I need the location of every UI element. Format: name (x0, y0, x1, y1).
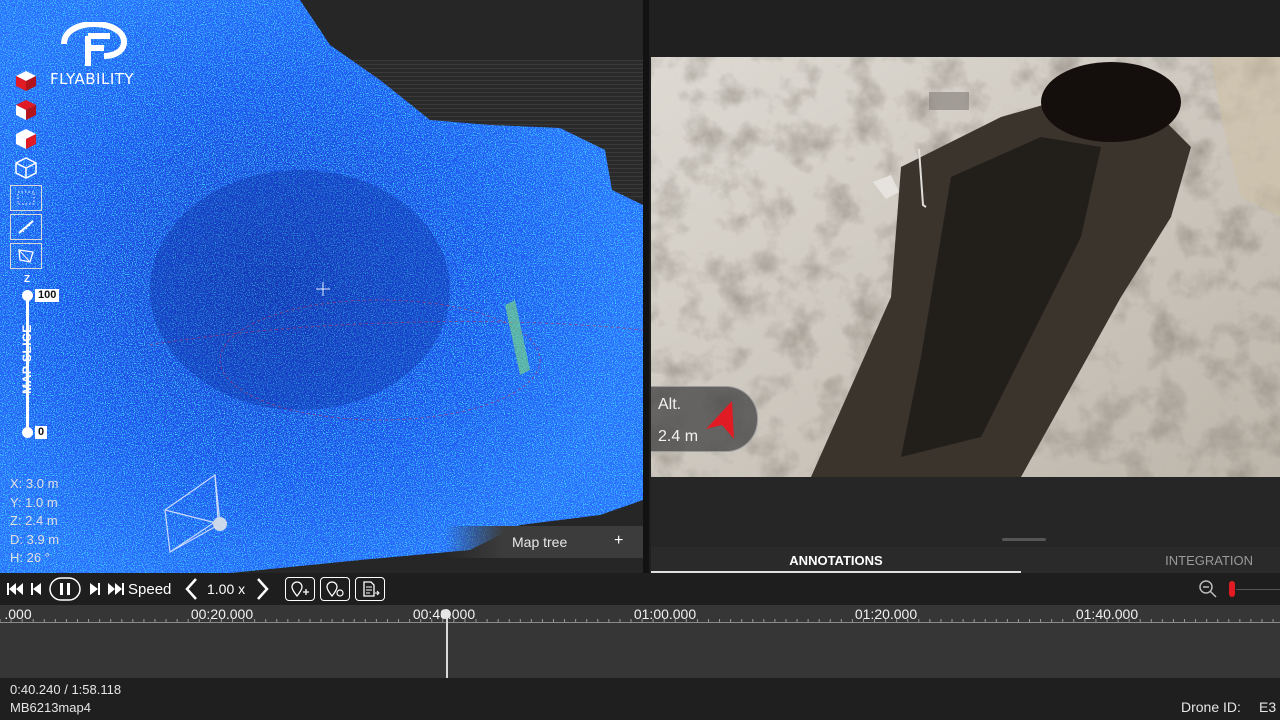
export-report-button[interactable] (355, 577, 385, 601)
red-cube-icon (16, 129, 36, 149)
coord-z: Z: 2.4 m (10, 513, 58, 528)
skip-to-end-button[interactable] (105, 576, 127, 602)
position-readout: X: 3.0 m Y: 1.0 m Z: 2.4 m D: 3.9 m H: 2… (10, 475, 59, 568)
step-forward-icon (90, 583, 100, 595)
export-report-icon (363, 581, 380, 597)
tick-label: 01:20.000 (854, 606, 918, 622)
add-poi-button[interactable] (285, 577, 315, 601)
slice-min-handle[interactable] (22, 427, 33, 438)
measure-distance-button[interactable] (10, 214, 42, 240)
view-mode-2-button[interactable] (12, 97, 40, 123)
speed-decrease-button[interactable] (180, 576, 202, 602)
tick-label: 00:20.000 (190, 606, 254, 622)
slice-axis-label: Z (24, 274, 31, 285)
skip-to-start-button[interactable] (4, 576, 26, 602)
wireframe-cube-icon (15, 157, 37, 179)
skip-start-icon (7, 583, 23, 595)
pause-icon (49, 577, 81, 601)
map-tree-expand-button[interactable]: + (614, 532, 623, 550)
tab-annotations[interactable]: ANNOTATIONS (651, 553, 1021, 568)
slice-min-value: 0 (35, 426, 48, 439)
speed-increase-button[interactable] (252, 576, 274, 602)
map-3d-view[interactable]: FLYABILITY Z 100 0 MAP SLICE X: 3.0 m Y:… (0, 0, 643, 573)
speed-value: 1.00 x (207, 581, 246, 597)
heading-arrow-icon (706, 401, 734, 439)
playback-time: 0:40.240 / 1:58.118 (10, 682, 122, 697)
panel-splitter[interactable] (643, 0, 649, 573)
drone-id-value: E3 (1259, 699, 1277, 715)
red-cube-icon (16, 71, 36, 91)
zoom-out-icon (1199, 580, 1217, 598)
coord-y: Y: 1.0 m (10, 494, 58, 510)
map-slice-label: MAP SLICE (20, 324, 34, 394)
flyability-logo (61, 22, 128, 66)
ruler-icon (18, 220, 34, 234)
speed-label: Speed (128, 580, 172, 598)
dotted-square-icon (17, 191, 35, 205)
wireframe-view-button[interactable] (12, 155, 40, 181)
view-mode-3-button[interactable] (12, 126, 40, 152)
zoom-out-button[interactable] (1196, 576, 1220, 602)
chevron-right-icon (257, 578, 269, 600)
add-poi-photo-button[interactable] (320, 577, 350, 601)
altitude-value: 2.4 m (658, 428, 699, 445)
step-back-button[interactable] (27, 576, 45, 602)
skip-end-icon (108, 583, 124, 595)
measure-area-button[interactable] (10, 243, 42, 269)
camera-header (649, 0, 1280, 57)
coord-h: H: 26 ° (10, 550, 50, 565)
map-tree-label[interactable]: Map tree (512, 534, 567, 550)
coord-x: X: 3.0 m (10, 476, 59, 491)
zoom-slider-handle[interactable] (1229, 581, 1235, 597)
polygon-measure-icon (18, 249, 34, 263)
slice-max-value: 100 (35, 289, 60, 302)
tick-label: .000 (4, 606, 32, 622)
drone-id-label: Drone ID: (1181, 699, 1241, 715)
add-poi-icon (291, 581, 309, 597)
coord-d: D: 3.9 m (10, 531, 60, 547)
playhead[interactable] (446, 614, 448, 678)
altitude-label: Alt. (658, 396, 682, 413)
tab-integration[interactable]: INTEGRATION (1021, 553, 1280, 568)
slice-max-handle[interactable] (22, 290, 33, 301)
zoom-slider-track[interactable] (1236, 589, 1280, 590)
status-bar (0, 678, 1280, 720)
playhead-handle[interactable] (441, 609, 451, 619)
map-name: MB6213map4 (10, 700, 91, 715)
chevron-left-icon (185, 578, 197, 600)
view-mode-1-button[interactable] (12, 68, 40, 94)
step-forward-button[interactable] (86, 576, 104, 602)
tick-label: 01:40.000 (1075, 606, 1139, 622)
pause-button[interactable] (48, 576, 82, 602)
step-back-icon (31, 583, 41, 595)
resize-handle[interactable] (1002, 538, 1046, 541)
red-cube-icon (16, 100, 36, 120)
brand-name: FLYABILITY (50, 70, 135, 88)
add-poi-photo-icon (326, 581, 344, 597)
tick-label: 01:00.000 (633, 606, 697, 622)
select-area-button[interactable] (10, 185, 42, 211)
